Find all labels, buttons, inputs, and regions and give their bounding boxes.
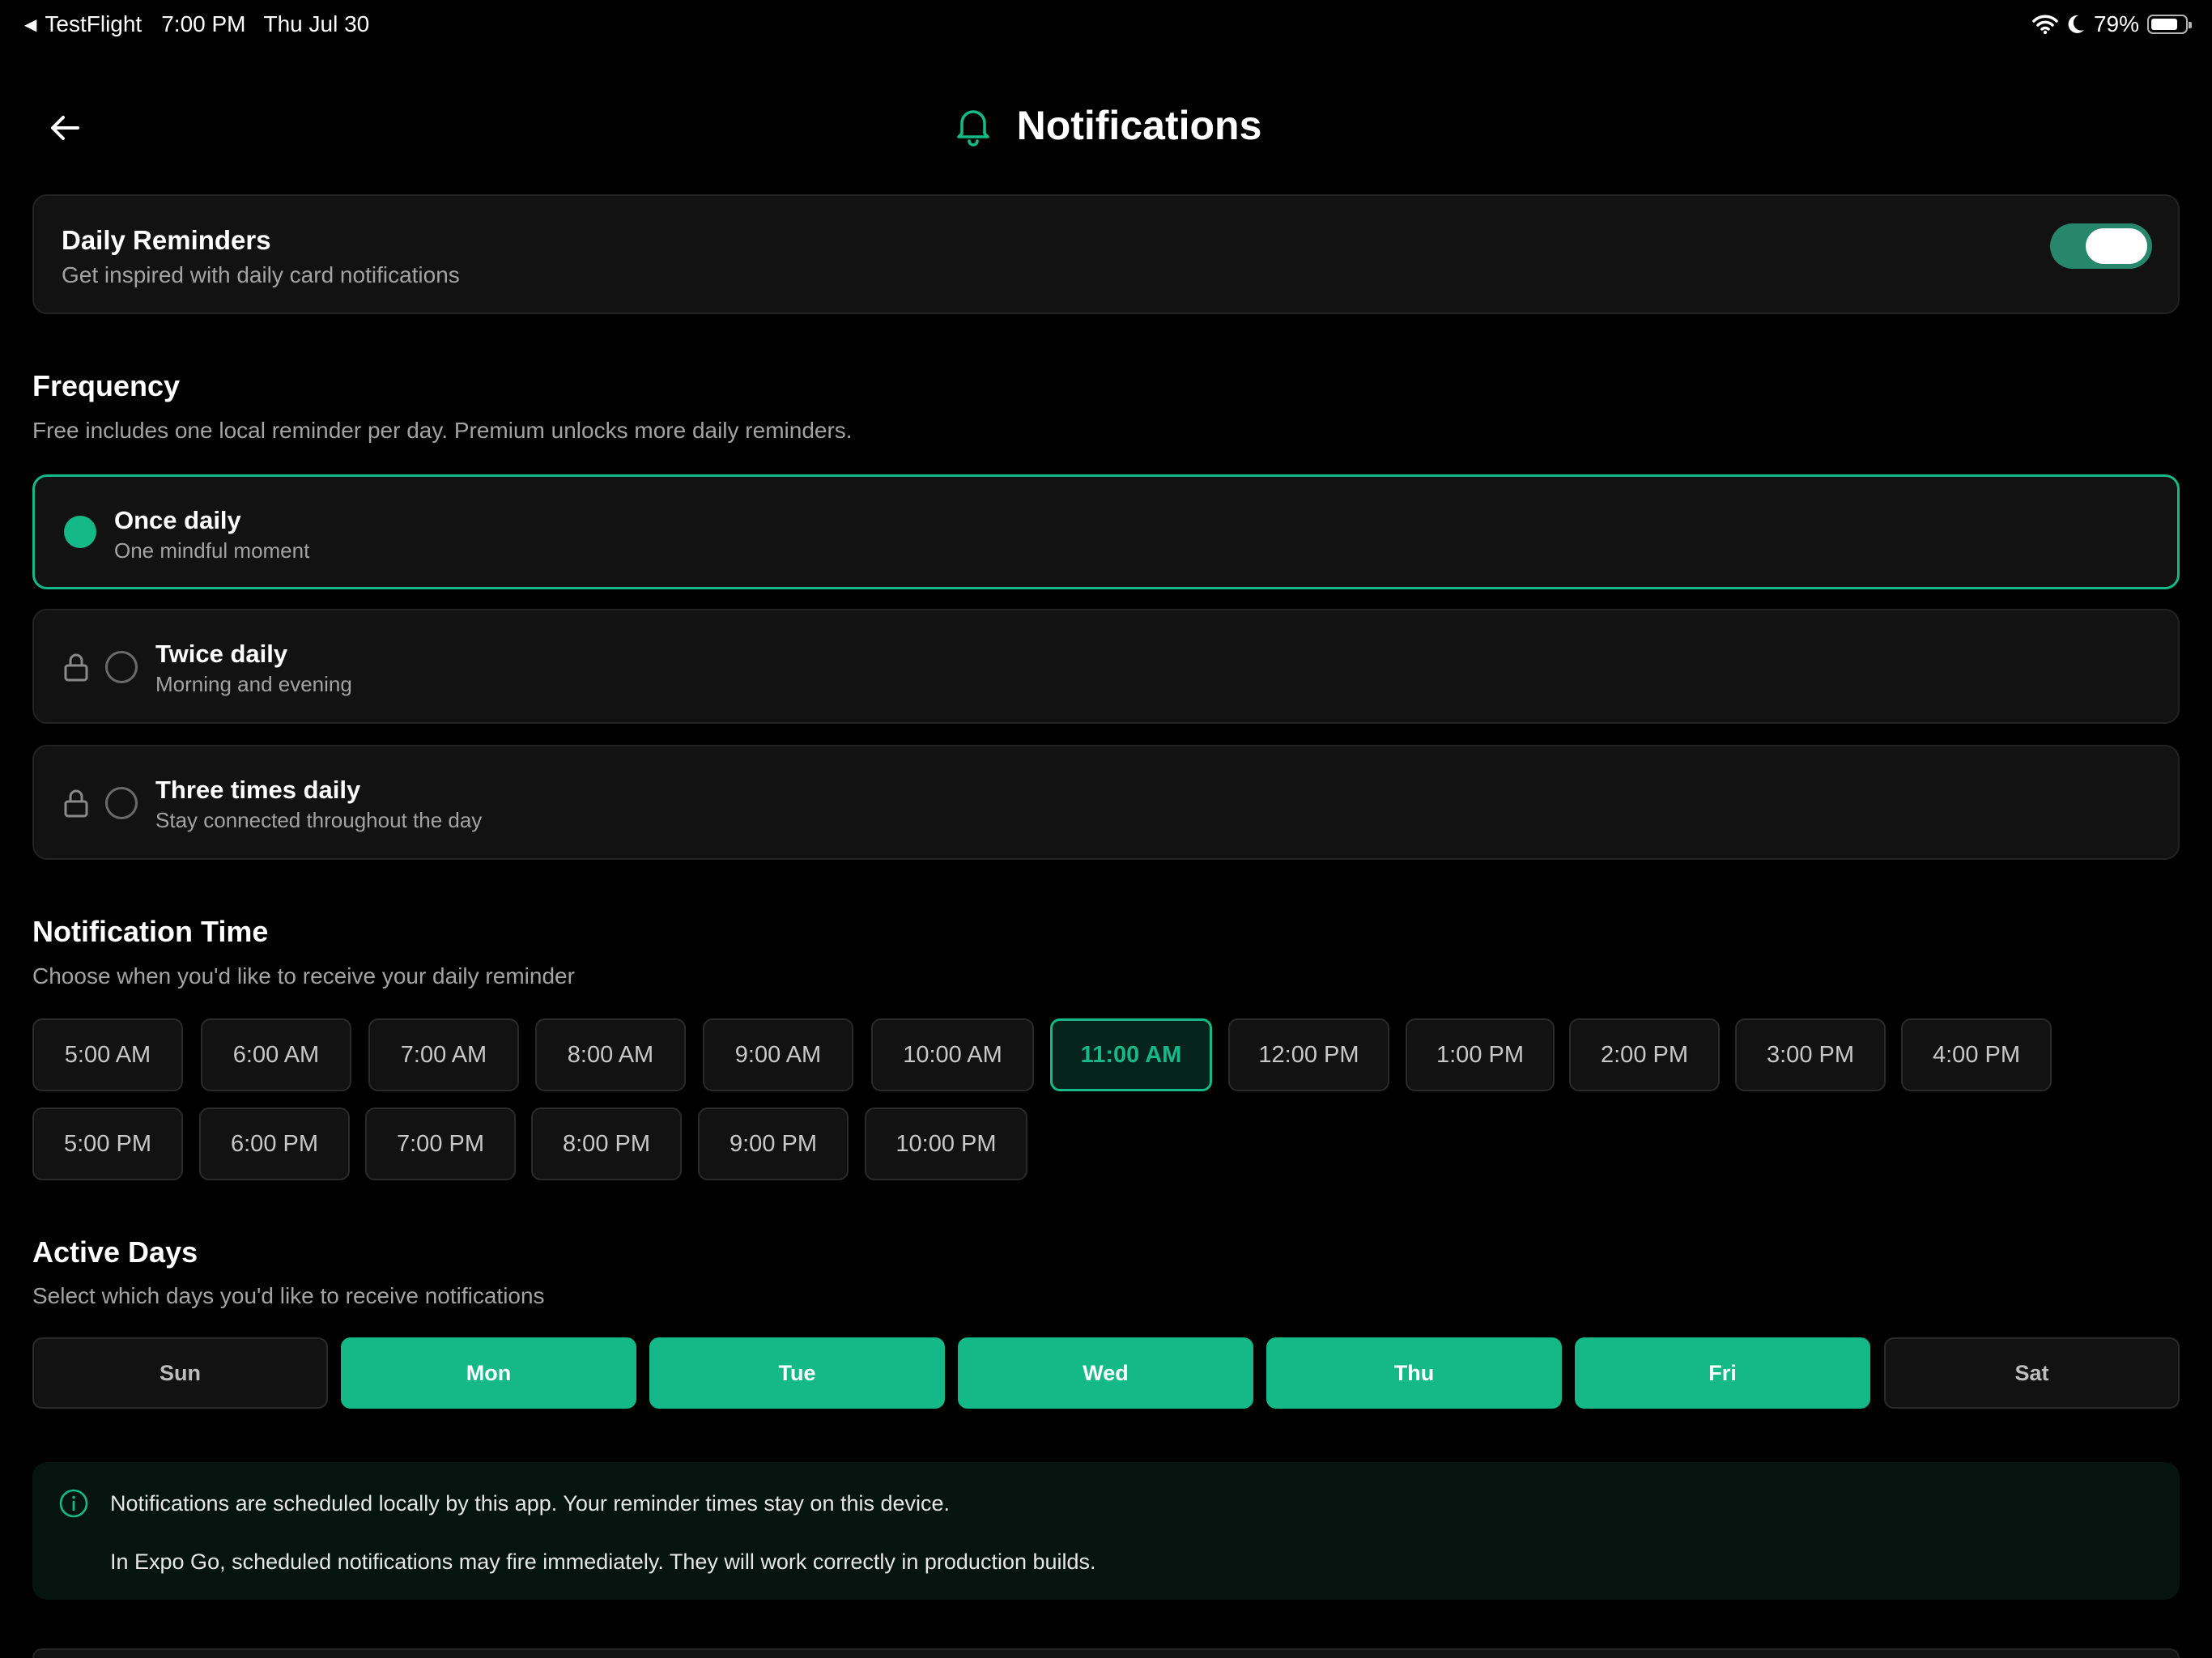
battery-icon: [2147, 15, 2192, 34]
daily-reminders-card: Daily Reminders Get inspired with daily …: [32, 194, 2180, 314]
status-date: Thu Jul 30: [263, 11, 370, 36]
info-notice: Notifications are scheduled locally by t…: [32, 1462, 2180, 1600]
status-bar: ◀ TestFlight 7:00 PM Thu Jul 30 79%: [0, 0, 2212, 52]
frequency-option-once-daily[interactable]: Once daily One mindful moment: [32, 474, 2180, 589]
next-card-edge: [32, 1648, 2180, 1658]
page-header: Notifications: [0, 102, 2212, 149]
time-chip[interactable]: 10:00 PM: [865, 1107, 1027, 1180]
status-bar-right: 79%: [2032, 11, 2192, 37]
toggle-knob: [2086, 228, 2147, 264]
day-button-fri[interactable]: Fri: [1575, 1337, 1870, 1409]
time-chip[interactable]: 9:00 PM: [698, 1107, 849, 1180]
time-chip[interactable]: 6:00 AM: [201, 1018, 351, 1091]
frequency-option-twice-daily[interactable]: Twice daily Morning and evening: [32, 609, 2180, 724]
day-button-thu[interactable]: Thu: [1266, 1337, 1562, 1409]
notification-time-subtitle: Choose when you'd like to receive your d…: [32, 963, 575, 988]
status-time: 7:00 PM: [161, 11, 246, 36]
time-chip[interactable]: 5:00 AM: [32, 1018, 183, 1091]
wifi-icon: [2032, 15, 2058, 35]
info-icon: [59, 1489, 88, 1518]
back-to-app-icon[interactable]: ◀: [24, 15, 36, 35]
status-bar-left: ◀ TestFlight 7:00 PM Thu Jul 30: [24, 11, 369, 37]
day-button-tue[interactable]: Tue: [649, 1337, 945, 1409]
lock-icon: [64, 653, 88, 682]
battery-percent: 79%: [2093, 11, 2139, 36]
frequency-subtitle: Free includes one local reminder per day…: [32, 418, 853, 443]
time-chip[interactable]: 3:00 PM: [1735, 1018, 1886, 1091]
back-to-app-label[interactable]: TestFlight: [45, 11, 142, 37]
daily-reminders-toggle[interactable]: [2050, 223, 2152, 269]
radio-unselected: [105, 651, 138, 683]
page-title: Notifications: [1016, 103, 1262, 148]
info-text-expo-go: In Expo Go, scheduled notifications may …: [110, 1550, 1096, 1574]
option-label: Once daily: [114, 506, 241, 534]
time-chip-selected[interactable]: 11:00 AM: [1050, 1018, 1212, 1091]
frequency-option-three-times-daily[interactable]: Three times daily Stay connected through…: [32, 745, 2180, 860]
time-chip[interactable]: 8:00 PM: [531, 1107, 682, 1180]
day-button-wed[interactable]: Wed: [958, 1337, 1253, 1409]
notifications-screen: ◀ TestFlight 7:00 PM Thu Jul 30 79% Noti…: [0, 0, 2212, 1658]
radio-selected: [64, 516, 96, 548]
notification-time-title: Notification Time: [32, 915, 269, 948]
do-not-disturb-moon-icon: [2068, 15, 2084, 33]
battery-level: [2151, 19, 2177, 30]
time-chip[interactable]: 8:00 AM: [535, 1018, 686, 1091]
day-button-sun[interactable]: Sun: [32, 1337, 328, 1409]
battery-nub: [2189, 22, 2192, 28]
time-chip[interactable]: 6:00 PM: [199, 1107, 350, 1180]
time-chip[interactable]: 5:00 PM: [32, 1107, 183, 1180]
day-button-sat[interactable]: Sat: [1884, 1337, 2180, 1409]
day-button-mon[interactable]: Mon: [341, 1337, 636, 1409]
radio-unselected: [105, 787, 138, 819]
time-chip[interactable]: 2:00 PM: [1569, 1018, 1720, 1091]
option-label: Three times daily: [155, 776, 361, 804]
time-chip[interactable]: 10:00 AM: [871, 1018, 1034, 1091]
time-chip[interactable]: 1:00 PM: [1406, 1018, 1555, 1091]
lock-icon: [64, 789, 88, 818]
time-chip[interactable]: 9:00 AM: [703, 1018, 853, 1091]
active-days-title: Active Days: [32, 1235, 198, 1269]
time-chip[interactable]: 12:00 PM: [1228, 1018, 1389, 1091]
option-sublabel: Stay connected throughout the day: [155, 808, 483, 832]
info-text-local: Notifications are scheduled locally by t…: [110, 1491, 951, 1516]
option-sublabel: One mindful moment: [114, 538, 310, 563]
daily-reminders-subtitle: Get inspired with daily card notificatio…: [62, 262, 460, 287]
option-label: Twice daily: [155, 640, 288, 668]
bell-icon: [956, 110, 989, 147]
option-sublabel: Morning and evening: [155, 672, 352, 696]
time-chip[interactable]: 7:00 AM: [368, 1018, 519, 1091]
time-chip[interactable]: 4:00 PM: [1901, 1018, 2052, 1091]
time-chip[interactable]: 7:00 PM: [365, 1107, 516, 1180]
active-days-subtitle: Select which days you'd like to receive …: [32, 1283, 545, 1308]
frequency-title: Frequency: [32, 369, 181, 402]
daily-reminders-title: Daily Reminders: [62, 225, 271, 255]
